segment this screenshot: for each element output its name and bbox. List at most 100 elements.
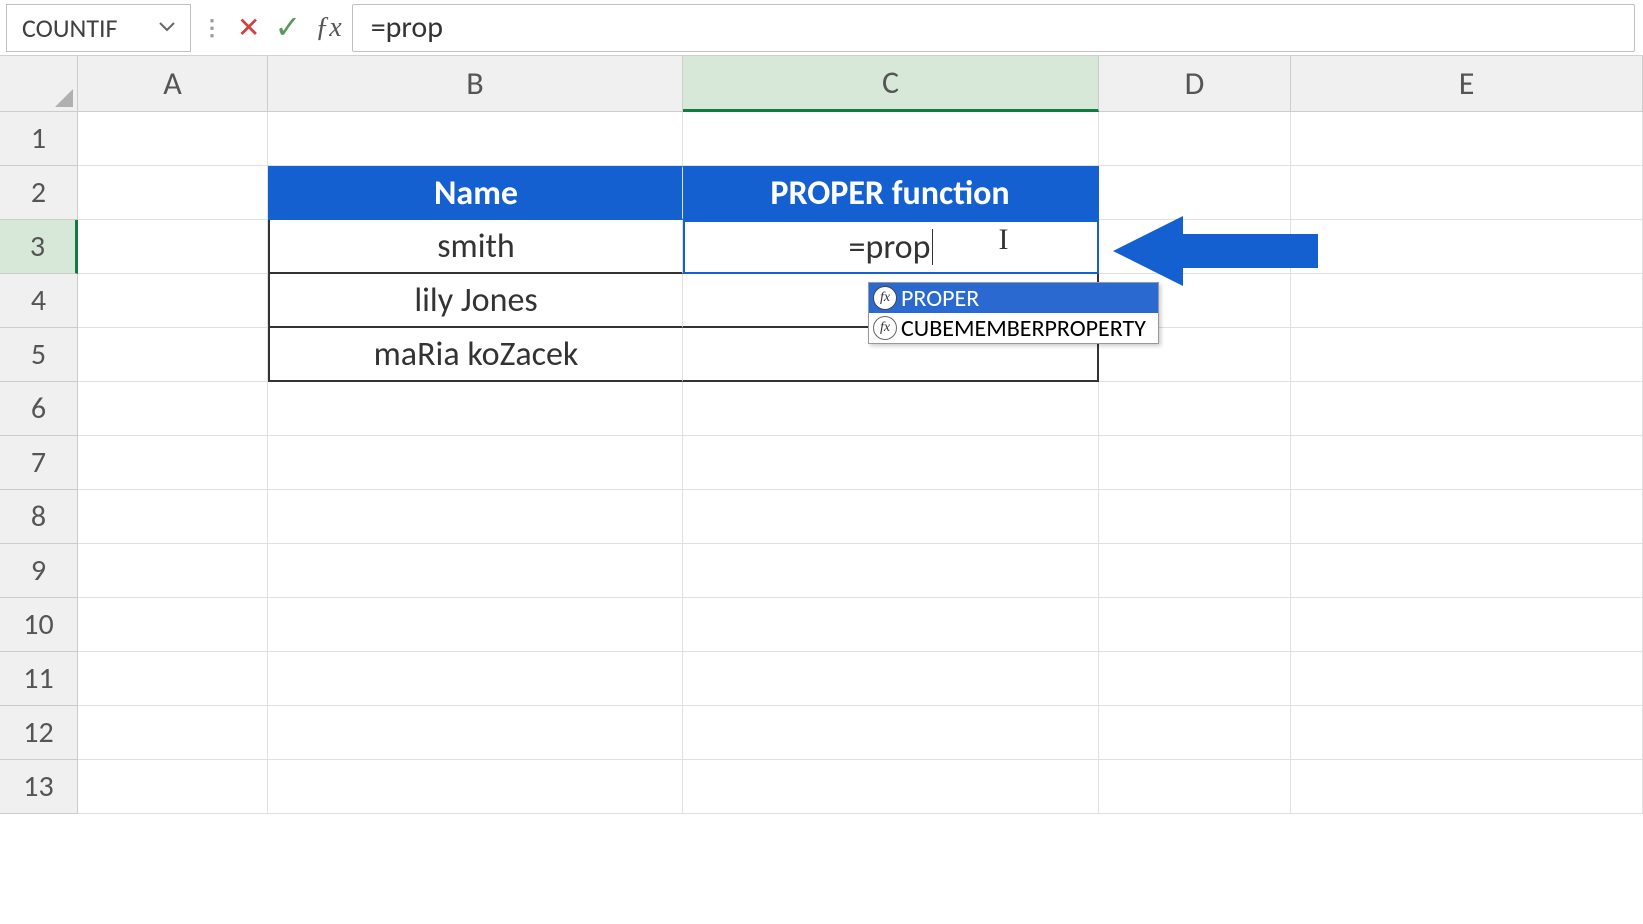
cell-C12[interactable] <box>683 706 1099 760</box>
cell-E1[interactable] <box>1291 112 1643 166</box>
cell-B6[interactable] <box>268 382 683 436</box>
cell-D8[interactable] <box>1099 490 1291 544</box>
cell-A12[interactable] <box>78 706 268 760</box>
cell-C3[interactable]: =prop I <box>683 220 1099 274</box>
cell-A13[interactable] <box>78 760 268 814</box>
row-header-13[interactable]: 13 <box>0 760 78 814</box>
cell-B9[interactable] <box>268 544 683 598</box>
cell-D1[interactable] <box>1099 112 1291 166</box>
cell-D7[interactable] <box>1099 436 1291 490</box>
cell-E3[interactable] <box>1291 220 1643 274</box>
col-header-E[interactable]: E <box>1291 56 1643 112</box>
cancel-icon[interactable]: ✕ <box>237 10 260 45</box>
cell-A2[interactable] <box>78 166 268 220</box>
cell-A11[interactable] <box>78 652 268 706</box>
cell-E2[interactable] <box>1291 166 1643 220</box>
autocomplete-item-cubememberproperty[interactable]: fx CUBEMEMBERPROPERTY <box>869 313 1158 343</box>
cell-A9[interactable] <box>78 544 268 598</box>
cell-A7[interactable] <box>78 436 268 490</box>
row-header-5[interactable]: 5 <box>0 328 78 382</box>
cell-D6[interactable] <box>1099 382 1291 436</box>
cell-D10[interactable] <box>1099 598 1291 652</box>
grid-rows: Name PROPER function smith =prop I <box>78 112 1643 814</box>
cell-D11[interactable] <box>1099 652 1291 706</box>
row-header-6[interactable]: 6 <box>0 382 78 436</box>
cell-A1[interactable] <box>78 112 268 166</box>
formula-autocomplete-popup: fx PROPER fx CUBEMEMBERPROPERTY <box>868 282 1159 344</box>
cell-A5[interactable] <box>78 328 268 382</box>
spreadsheet-grid: 1 2 3 4 5 6 7 8 9 10 11 12 13 A B C D E <box>0 56 1643 924</box>
cell-E5[interactable] <box>1291 328 1643 382</box>
cell-C9[interactable] <box>683 544 1099 598</box>
row-header-11[interactable]: 11 <box>0 652 78 706</box>
cell-E9[interactable] <box>1291 544 1643 598</box>
autocomplete-item-proper[interactable]: fx PROPER <box>869 283 1158 313</box>
cell-B2[interactable]: Name <box>268 166 683 220</box>
row-header-1[interactable]: 1 <box>0 112 78 166</box>
grid-row-8 <box>78 490 1643 544</box>
col-header-D[interactable]: D <box>1099 56 1291 112</box>
row-headers: 1 2 3 4 5 6 7 8 9 10 11 12 13 <box>0 112 78 814</box>
cell-C6[interactable] <box>683 382 1099 436</box>
cell-E11[interactable] <box>1291 652 1643 706</box>
cell-B3[interactable]: smith <box>268 220 683 274</box>
row-header-12[interactable]: 12 <box>0 706 78 760</box>
chevron-down-icon[interactable] <box>159 19 175 36</box>
cell-A6[interactable] <box>78 382 268 436</box>
cell-E7[interactable] <box>1291 436 1643 490</box>
cell-D13[interactable] <box>1099 760 1291 814</box>
formula-bar: COUNTIF ⋮ ✕ ✓ ƒx =prop <box>0 0 1643 56</box>
cell-B5[interactable]: maRia koZacek <box>268 328 683 382</box>
cell-E4[interactable] <box>1291 274 1643 328</box>
col-header-A[interactable]: A <box>78 56 268 112</box>
cell-A8[interactable] <box>78 490 268 544</box>
cell-A3[interactable] <box>78 220 268 274</box>
cell-E8[interactable] <box>1291 490 1643 544</box>
cell-A4[interactable] <box>78 274 268 328</box>
cell-C8[interactable] <box>683 490 1099 544</box>
grid-row-12 <box>78 706 1643 760</box>
formula-controls: ⋮ ✕ ✓ ƒx <box>191 0 352 55</box>
grid-row-10 <box>78 598 1643 652</box>
cell-E6[interactable] <box>1291 382 1643 436</box>
cell-D9[interactable] <box>1099 544 1291 598</box>
cell-C11[interactable] <box>683 652 1099 706</box>
row-header-10[interactable]: 10 <box>0 598 78 652</box>
cell-B1[interactable] <box>268 112 683 166</box>
cell-E12[interactable] <box>1291 706 1643 760</box>
grid-row-1 <box>78 112 1643 166</box>
row-header-8[interactable]: 8 <box>0 490 78 544</box>
cell-B4[interactable]: lily Jones <box>268 274 683 328</box>
cell-D12[interactable] <box>1099 706 1291 760</box>
grid-row-2: Name PROPER function <box>78 166 1643 220</box>
cell-A10[interactable] <box>78 598 268 652</box>
grid-row-6 <box>78 382 1643 436</box>
col-header-C[interactable]: C <box>683 56 1099 112</box>
row-header-7[interactable]: 7 <box>0 436 78 490</box>
column-headers: A B C D E <box>78 56 1643 112</box>
cell-C13[interactable] <box>683 760 1099 814</box>
cell-E10[interactable] <box>1291 598 1643 652</box>
cell-B12[interactable] <box>268 706 683 760</box>
cell-B13[interactable] <box>268 760 683 814</box>
col-header-B[interactable]: B <box>268 56 683 112</box>
cell-C2[interactable]: PROPER function <box>683 166 1099 220</box>
grid-row-3: smith =prop I <box>78 220 1643 274</box>
row-header-9[interactable]: 9 <box>0 544 78 598</box>
cell-B7[interactable] <box>268 436 683 490</box>
function-icon[interactable]: ƒx <box>315 12 341 44</box>
formula-input[interactable]: =prop <box>352 4 1635 52</box>
select-all-corner[interactable] <box>0 56 78 112</box>
cell-B8[interactable] <box>268 490 683 544</box>
cell-C1[interactable] <box>683 112 1099 166</box>
cell-C7[interactable] <box>683 436 1099 490</box>
row-header-3[interactable]: 3 <box>0 220 78 274</box>
cell-C10[interactable] <box>683 598 1099 652</box>
enter-icon[interactable]: ✓ <box>274 8 301 47</box>
cell-B11[interactable] <box>268 652 683 706</box>
name-box[interactable]: COUNTIF <box>6 4 191 52</box>
cell-E13[interactable] <box>1291 760 1643 814</box>
row-header-4[interactable]: 4 <box>0 274 78 328</box>
cell-B10[interactable] <box>268 598 683 652</box>
row-header-2[interactable]: 2 <box>0 166 78 220</box>
